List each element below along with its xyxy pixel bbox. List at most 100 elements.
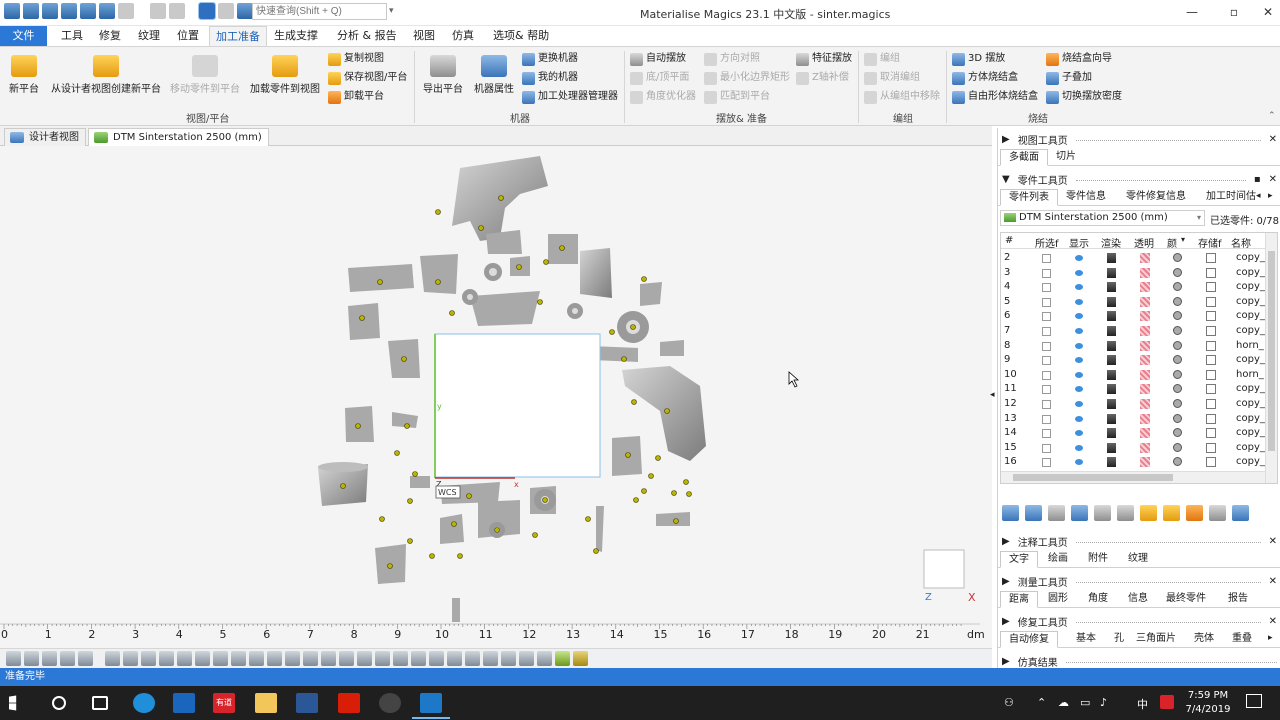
table-row[interactable]: 9 copy_ xyxy=(1001,353,1265,368)
tab-text[interactable]: 文字 xyxy=(1000,551,1038,568)
transparency-icon[interactable] xyxy=(1140,399,1150,409)
storage-icon[interactable] xyxy=(1206,413,1216,424)
visibility-eye-icon[interactable] xyxy=(1075,371,1083,378)
edge-icon[interactable] xyxy=(133,693,155,713)
direction-button[interactable]: 方向对照 xyxy=(704,51,760,67)
open-file-icon[interactable] xyxy=(42,3,58,19)
transparency-icon[interactable] xyxy=(465,651,480,666)
triangle-mode-icon[interactable] xyxy=(393,651,408,666)
close-icon[interactable]: ✕ xyxy=(1269,174,1277,185)
view-left-icon[interactable] xyxy=(177,651,192,666)
color-swatch-icon[interactable] xyxy=(1173,442,1182,452)
table-row[interactable]: 14 copy_ xyxy=(1001,426,1265,441)
render-mode-icon[interactable] xyxy=(1107,326,1116,336)
table-row[interactable]: 2 copy_ xyxy=(1001,251,1265,266)
ime-indicator[interactable]: 中 xyxy=(1137,696,1148,712)
col-storage[interactable]: 存储f xyxy=(1198,235,1222,250)
color-swatch-icon[interactable] xyxy=(1173,457,1182,467)
visibility-eye-icon[interactable] xyxy=(1075,313,1083,320)
measure-toolbar-header[interactable]: ▶ 测量工具页 ✕ xyxy=(1002,574,1277,589)
table-row[interactable]: 3 copy_ xyxy=(1001,266,1265,281)
color-swatch-icon[interactable] xyxy=(1173,282,1182,292)
select-mode-icon[interactable] xyxy=(198,2,216,20)
copy-view-button[interactable]: 复制视图 xyxy=(328,51,384,67)
youdao-icon[interactable]: 有道 xyxy=(213,693,235,713)
tab-part-fix-info[interactable]: 零件修复信息 xyxy=(1118,189,1194,206)
col-color[interactable]: 颜 xyxy=(1167,235,1177,250)
table-row[interactable]: 8 horn_ xyxy=(1001,339,1265,354)
tab-circle[interactable]: 圆形 xyxy=(1040,591,1076,608)
highlight-triangle-icon[interactable] xyxy=(573,651,588,666)
render-mode-icon[interactable] xyxy=(1107,340,1116,351)
youdao-tray-icon[interactable] xyxy=(1160,695,1174,709)
view-back-icon[interactable] xyxy=(159,651,174,666)
select-triangle-icon[interactable] xyxy=(249,651,264,666)
table-horizontal-scrollbar[interactable] xyxy=(1001,471,1265,483)
zoom-fit-icon[interactable] xyxy=(60,651,75,666)
shadow-icon[interactable] xyxy=(519,651,534,666)
transparency-icon[interactable] xyxy=(1140,296,1150,307)
row-select-checkbox[interactable] xyxy=(1042,327,1051,336)
row-select-checkbox[interactable] xyxy=(1042,283,1051,293)
tab-part-info[interactable]: 零件信息 xyxy=(1058,189,1114,206)
tab-simulation[interactable]: 仿真 xyxy=(446,26,480,46)
transparency-icon[interactable] xyxy=(1140,282,1150,293)
tab-auto-fix[interactable]: 自动修复 xyxy=(1000,631,1058,648)
view-cube-icon[interactable] xyxy=(218,3,234,19)
machine-properties-button[interactable]: 机器属性 xyxy=(470,55,518,95)
move-parts-to-platform-button[interactable]: 移动零件到平台 xyxy=(168,55,242,95)
group-button[interactable]: 编组 xyxy=(864,51,900,67)
close-icon[interactable]: ✕ xyxy=(1269,536,1277,547)
storage-icon[interactable] xyxy=(1206,355,1216,366)
render-mode-icon[interactable] xyxy=(1107,369,1116,380)
marker-icon[interactable] xyxy=(375,651,390,666)
color-swatch-icon[interactable] xyxy=(1173,253,1182,262)
marked-triangle-icon[interactable] xyxy=(555,651,570,666)
storage-icon[interactable] xyxy=(1206,253,1216,263)
tabs-scroll-right-icon[interactable]: ▸ xyxy=(1268,191,1273,201)
tab-file[interactable]: 文件 xyxy=(0,26,47,46)
render-mode-icon[interactable] xyxy=(1107,282,1116,293)
render-mode-icon[interactable] xyxy=(1107,428,1116,439)
render-mode-icon[interactable] xyxy=(1107,399,1116,409)
color-swatch-icon[interactable] xyxy=(1173,267,1182,277)
network-icon[interactable]: ▭ xyxy=(1080,696,1090,709)
storage-icon[interactable] xyxy=(1206,340,1216,351)
angle-optimizer-button[interactable]: 角度优化器 xyxy=(630,89,696,105)
transparency-icon[interactable] xyxy=(1140,428,1150,439)
acrobat-icon[interactable] xyxy=(338,693,360,713)
undo-icon[interactable] xyxy=(150,3,166,19)
list-settings-icon[interactable] xyxy=(1232,505,1249,521)
bottom-top-button[interactable]: 底/顶平面 xyxy=(630,70,689,86)
tab-triangles[interactable]: 三角面片 xyxy=(1128,631,1184,648)
transparency-icon[interactable] xyxy=(1140,384,1150,395)
transparency-icon[interactable] xyxy=(1140,355,1150,366)
visibility-eye-icon[interactable] xyxy=(1075,430,1083,437)
view-top-icon[interactable] xyxy=(213,651,228,666)
feature-place-button[interactable]: 特征摆放 xyxy=(796,51,852,67)
storage-icon[interactable] xyxy=(1206,442,1216,453)
table-row[interactable]: 12 copy_ xyxy=(1001,397,1265,412)
lasso-icon[interactable] xyxy=(321,651,336,666)
select-part-icon[interactable] xyxy=(303,651,318,666)
table-row[interactable]: 16 copy_ xyxy=(1001,455,1265,470)
perspective-icon[interactable] xyxy=(483,651,498,666)
remove-from-group-button[interactable]: 从编组中移除 xyxy=(864,89,940,105)
color-swatch-icon[interactable] xyxy=(1173,384,1182,394)
tab-slice[interactable]: 切片 xyxy=(1048,149,1084,166)
tab-analysis-report[interactable]: 分析 & 报告 xyxy=(331,26,403,46)
tab-overlap[interactable]: 重叠 xyxy=(1224,631,1260,648)
tab-shells[interactable]: 壳体 xyxy=(1186,631,1222,648)
render-mode-icon[interactable] xyxy=(1107,355,1116,366)
new-file-icon[interactable] xyxy=(23,3,39,19)
file-explorer-icon[interactable] xyxy=(255,693,277,713)
color-swatch-icon[interactable] xyxy=(1173,326,1182,335)
move-to-platform-icon[interactable] xyxy=(1140,505,1157,521)
col-number[interactable]: # xyxy=(1005,235,1013,246)
machine-select[interactable]: DTM Sinterstation 2500 (mm) ▾ xyxy=(1000,210,1205,226)
collapse-ribbon-icon[interactable]: ⌃ xyxy=(1268,111,1276,121)
transparency-icon[interactable] xyxy=(1140,413,1150,424)
row-select-checkbox[interactable] xyxy=(1042,370,1051,380)
save-as-icon[interactable] xyxy=(80,3,96,19)
visibility-eye-icon[interactable] xyxy=(1075,444,1083,451)
